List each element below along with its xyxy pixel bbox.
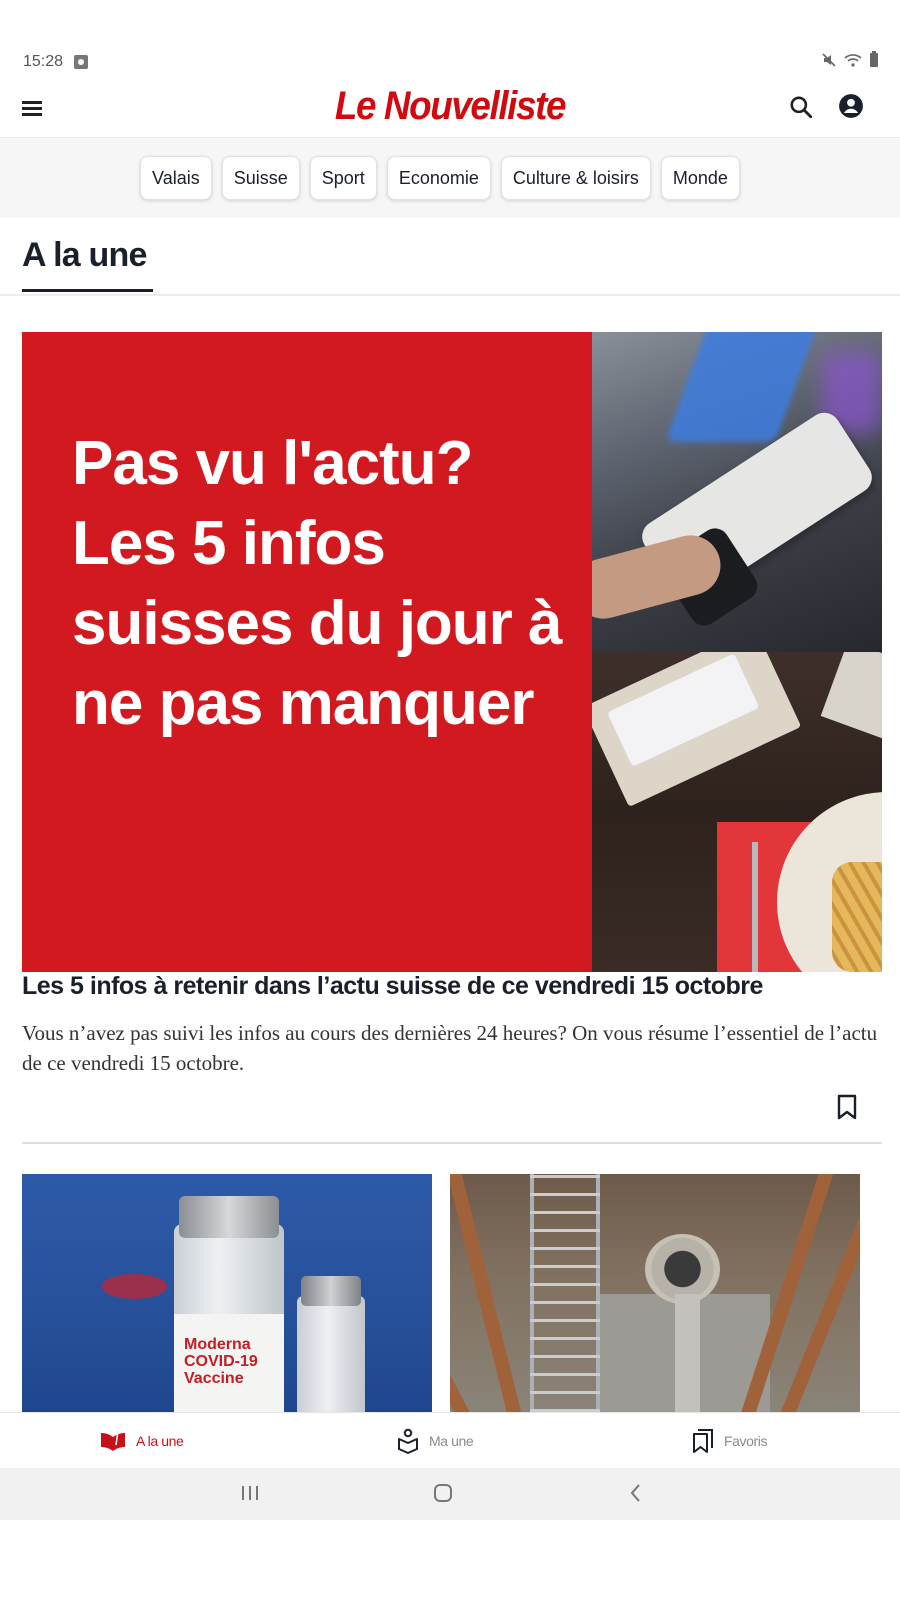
section-header: A la une [0,218,900,296]
status-bar: 15:28 [0,0,900,80]
screen-bottom-margin [0,1520,900,1600]
section-underline [22,289,153,292]
nav-item-a-la-une[interactable]: A la une [100,1413,184,1469]
hero-image-photos [592,332,882,972]
recent-apps-icon[interactable] [240,1482,260,1504]
mute-icon [822,53,836,67]
home-icon[interactable] [432,1482,454,1504]
category-chip-economie[interactable]: Economie [386,156,491,200]
hero-image-red-panel: Pas vu l'actu? Les 5 infos suisses du jo… [22,332,592,972]
hero-image-text: Pas vu l'actu? Les 5 infos suisses du jo… [72,429,563,738]
category-chip-monde[interactable]: Monde [660,156,740,200]
search-icon[interactable] [788,94,814,120]
nav-item-favoris[interactable]: Favoris [692,1413,768,1469]
wifi-icon [844,54,862,67]
back-icon[interactable] [626,1482,646,1504]
person-reading-icon [398,1428,418,1454]
bottom-navigation: A la une Ma une Favoris [0,1412,900,1468]
category-chip-valais[interactable]: Valais [140,156,212,200]
bookmark-icon[interactable] [836,1094,858,1120]
vaccine-label-text: Moderna COVID-19 Vaccine [184,1336,258,1387]
nav-item-ma-une[interactable]: Ma une [397,1413,474,1469]
status-time: 15:28 [23,53,64,70]
section-title: A la une [22,236,147,274]
open-book-icon [101,1430,125,1451]
article-card-vaccine-image[interactable]: Moderna COVID-19 Vaccine [22,1174,432,1412]
category-chip-suisse[interactable]: Suisse [221,156,300,200]
article-divider [22,1142,882,1144]
screen-record-icon [74,55,88,69]
category-chip-sport[interactable]: Sport [309,156,377,200]
restaurant-table-photo [592,652,882,972]
hero-article-title[interactable]: Les 5 infos à retenir dans l’actu suisse… [22,972,882,1001]
nav-label: A la une [136,1433,184,1449]
hero-article-summary: Vous n’avez pas suivi les infos au cours… [22,1021,878,1075]
status-icons [822,51,878,67]
hero-article-image[interactable]: Pas vu l'actu? Les 5 infos suisses du jo… [22,332,882,972]
remote-control-photo [592,332,882,652]
category-bar: Valais Suisse Sport Economie Culture & l… [0,138,900,218]
nav-label: Ma une [429,1433,474,1449]
category-chip-culture-loisirs[interactable]: Culture & loisirs [500,156,651,200]
system-navigation-bar [0,1468,900,1520]
app-header: Le Nouvelliste [0,80,900,138]
app-logo[interactable]: Le Nouvelliste [36,84,864,129]
battery-icon [870,51,878,67]
account-circle-icon[interactable] [838,93,864,119]
bookmarks-icon [693,1429,713,1453]
article-card-construction-image[interactable] [450,1174,860,1412]
nav-label: Favoris [724,1433,768,1449]
